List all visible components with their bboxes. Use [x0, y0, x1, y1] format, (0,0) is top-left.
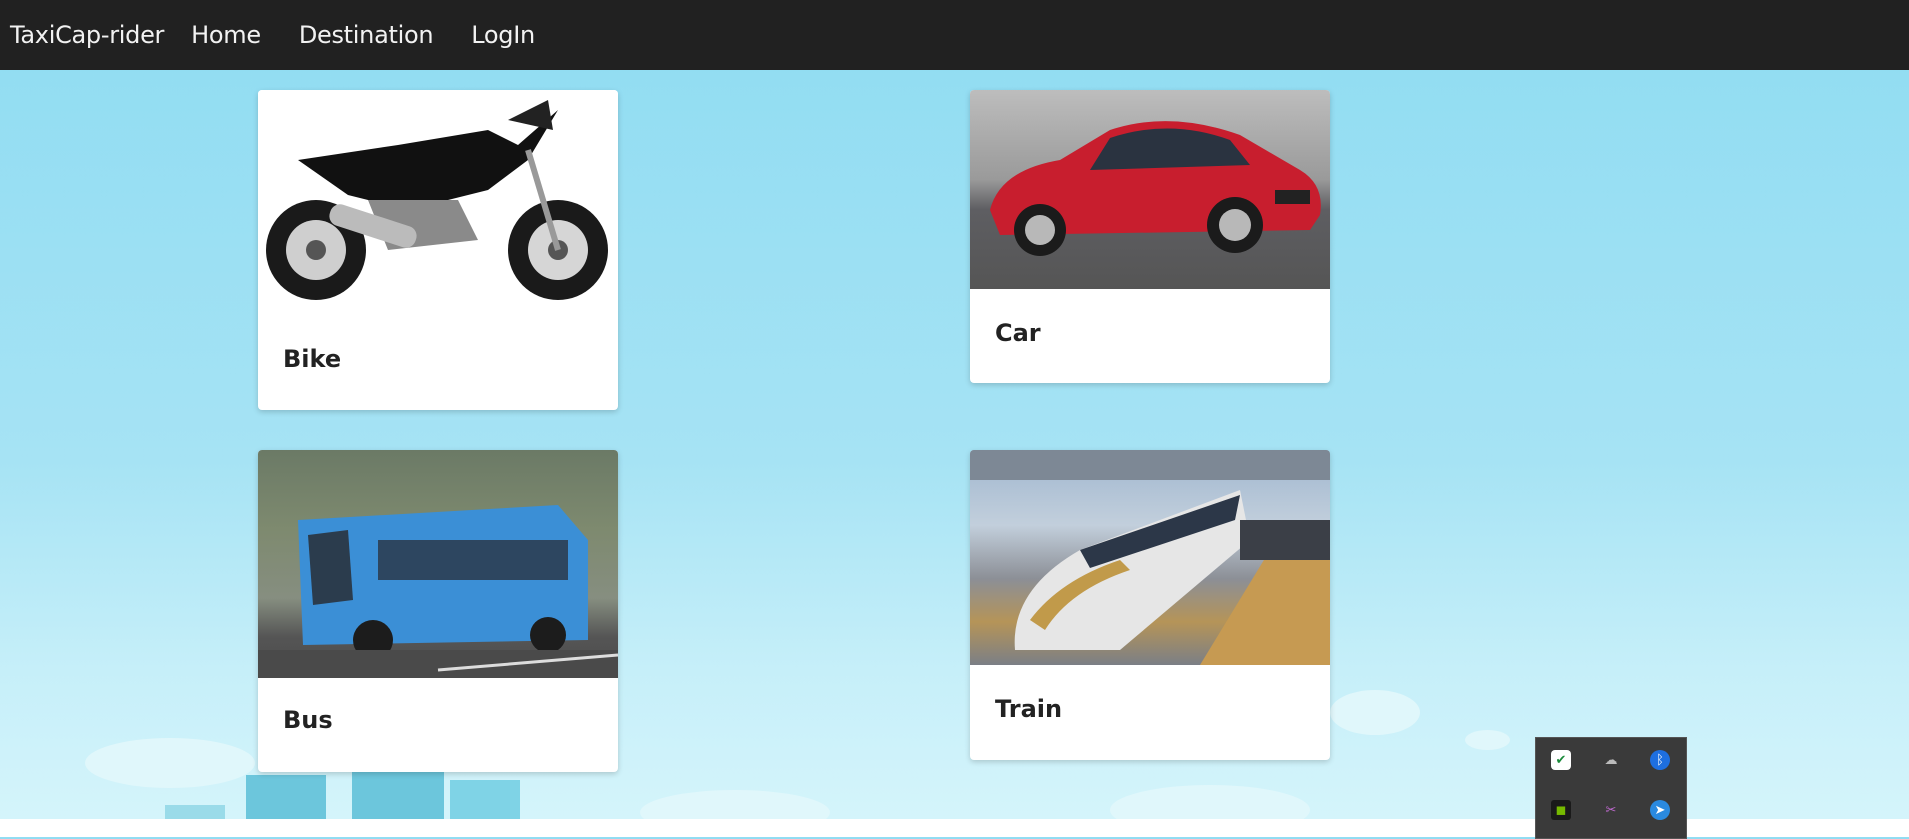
card-title: Bus — [283, 706, 333, 734]
vehicle-card-bus[interactable]: Bus — [258, 450, 618, 772]
background-building — [246, 775, 326, 820]
vehicle-card-bike[interactable]: Bike — [258, 90, 618, 410]
background-cloud — [1330, 690, 1420, 735]
nav-login-link[interactable]: LogIn — [471, 21, 535, 49]
background-building — [450, 780, 520, 820]
car-image — [970, 90, 1330, 289]
card-title: Bike — [283, 345, 342, 373]
pointer-app-icon[interactable]: ➤ — [1650, 800, 1670, 820]
nvidia-icon[interactable]: ◼ — [1551, 800, 1571, 820]
nav-home-link[interactable]: Home — [191, 21, 261, 49]
train-image — [970, 450, 1330, 665]
navbar: TaxiCap-rider Home Destination LogIn — [0, 0, 1909, 70]
background-cloud — [85, 738, 255, 788]
bluetooth-icon[interactable]: ᛒ — [1650, 750, 1670, 770]
brand-link[interactable]: TaxiCap-rider — [10, 21, 164, 49]
cloud-off-icon[interactable]: ☁ — [1601, 750, 1621, 770]
bus-image — [258, 450, 618, 678]
background-building — [352, 772, 444, 820]
background-building — [165, 805, 225, 820]
card-title: Train — [995, 695, 1063, 723]
onenote-clip-icon[interactable]: ✂ — [1601, 800, 1621, 820]
vehicle-card-car[interactable]: Car — [970, 90, 1330, 383]
bike-image — [258, 90, 618, 310]
nav-destination-link[interactable]: Destination — [299, 21, 434, 49]
system-tray-overflow: ✔ ☁ ᛒ ◼ ✂ ➤ — [1535, 737, 1687, 839]
shield-check-icon[interactable]: ✔ — [1551, 750, 1571, 770]
vehicle-card-train[interactable]: Train — [970, 450, 1330, 760]
card-title: Car — [995, 319, 1041, 347]
background-cloud — [1465, 730, 1510, 750]
